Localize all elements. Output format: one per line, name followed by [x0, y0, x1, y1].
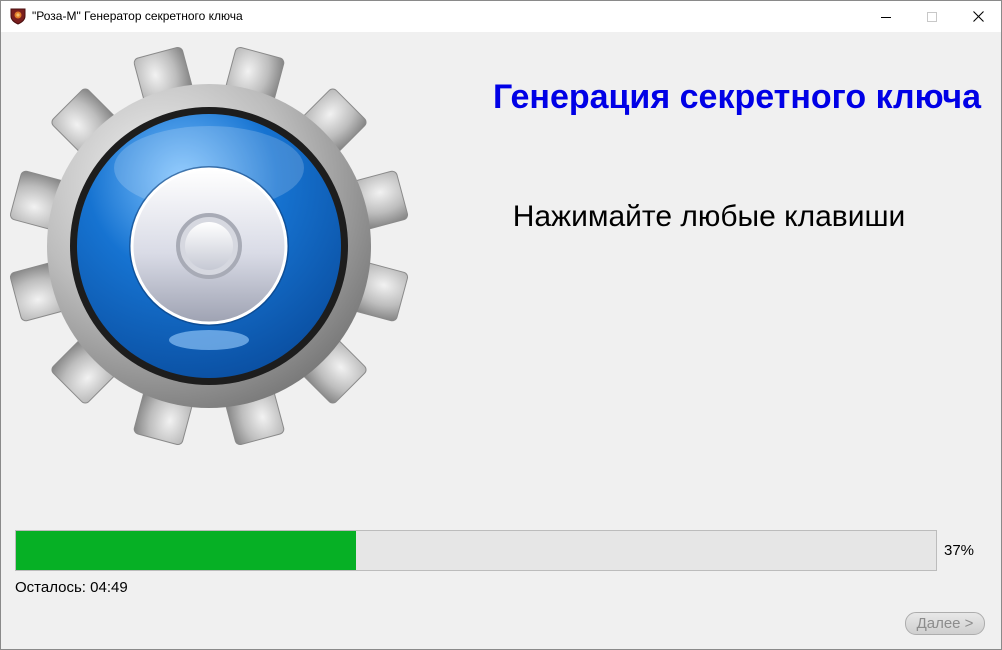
time-remaining-value: 04:49 [90, 579, 128, 596]
maximize-button [909, 1, 955, 32]
progress-bar [15, 530, 937, 571]
maximize-icon [927, 11, 937, 22]
generator-window: "Роза-М" Генератор секретного ключа Гене… [0, 0, 1002, 650]
gear-icon [9, 46, 409, 446]
instruction-text: Нажимайте любые клавиши [512, 200, 906, 233]
close-button[interactable] [955, 1, 1001, 32]
time-remaining: Осталось: 04:49 [15, 579, 128, 596]
progress-bar-fill [16, 531, 357, 570]
close-icon [972, 11, 984, 22]
title-bar[interactable]: "Роза-М" Генератор секретного ключа [1, 1, 1001, 32]
content-area: Генерация секретного ключа Нажимайте люб… [1, 32, 1001, 649]
time-remaining-label: Осталось: [15, 579, 86, 596]
window-title: "Роза-М" Генератор секретного ключа [32, 9, 243, 23]
page-title: Генерация секретного ключа [492, 78, 981, 116]
next-button[interactable]: Далее > [905, 612, 985, 635]
minimize-icon [881, 16, 891, 18]
progress-percent: 37% [944, 542, 975, 559]
rose-shield-icon [9, 7, 27, 25]
minimize-button[interactable] [863, 1, 909, 32]
